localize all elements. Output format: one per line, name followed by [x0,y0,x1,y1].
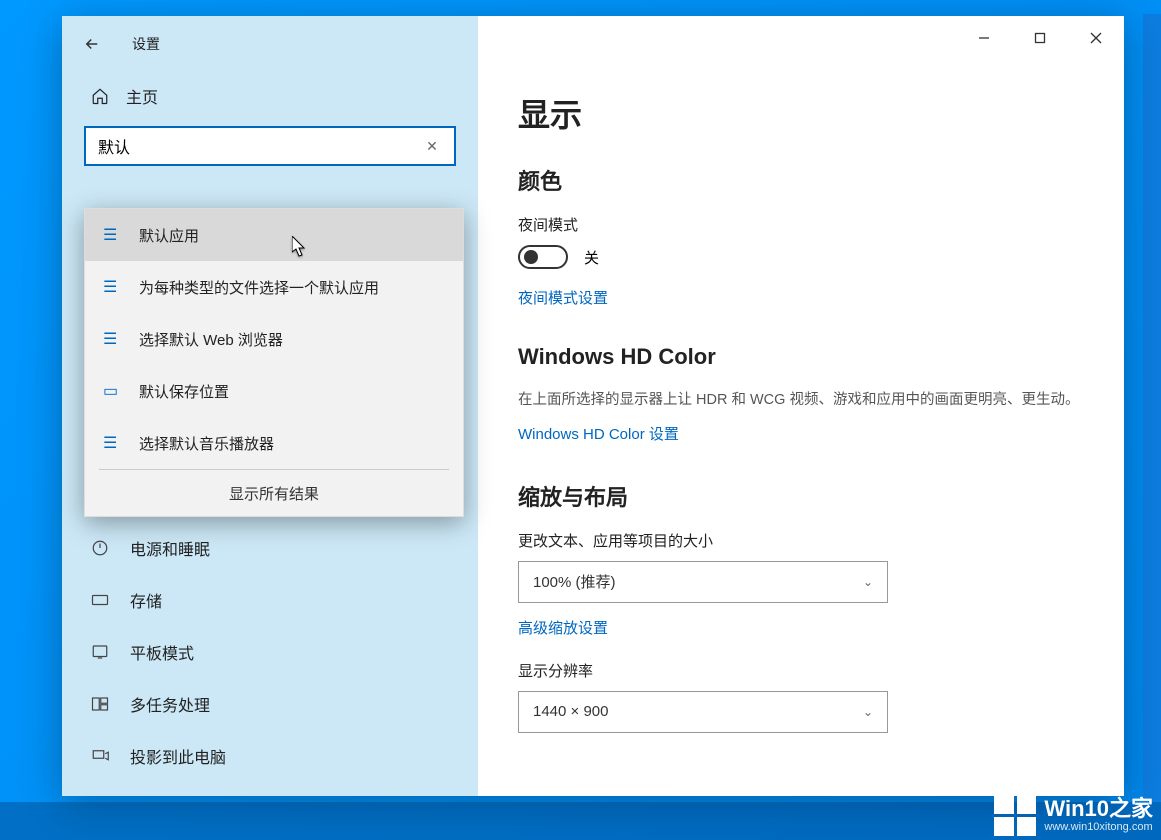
project-icon [90,746,110,766]
page-title: 显示 [518,90,1084,136]
hd-color-settings-link[interactable]: Windows HD Color 设置 [518,423,1084,444]
minimize-button[interactable] [956,16,1012,60]
storage-icon: ▭ [103,381,123,401]
suggestion-label: 默认保存位置 [139,381,229,402]
night-mode-state: 关 [584,247,599,268]
resolution-value: 1440 × 900 [533,703,609,720]
sidebar-item-multitask[interactable]: 多任务处理 [62,678,478,730]
maximize-button[interactable] [1012,16,1068,60]
suggestion-item[interactable]: ☰ 默认应用 [85,209,463,261]
search-input[interactable] [84,126,456,166]
suggestion-label: 选择默认音乐播放器 [139,433,274,454]
settings-window: 设置 主页 ✕ ☰ 默认应用 ☰ 为每种类型的文件选择一个默认应用 ☰ 选择默认… [62,16,1124,796]
multitask-icon [90,694,110,714]
watermark-title: Win10之家 [1044,797,1153,821]
section-title-hd: Windows HD Color [518,344,1084,370]
home-icon [90,86,110,106]
show-all-label: 显示所有结果 [229,483,319,504]
suggestion-item[interactable]: ☰ 选择默认 Web 浏览器 [85,313,463,365]
section-title-color: 颜色 [518,164,1084,196]
night-mode-label: 夜间模式 [518,214,1084,235]
search-wrap: ✕ [62,126,478,166]
scale-section: 缩放与布局 更改文本、应用等项目的大小 100% (推荐) ⌄ 高级缩放设置 显… [518,480,1084,733]
suggestion-item[interactable]: ☰ 选择默认音乐播放器 [85,417,463,469]
chevron-down-icon: ⌄ [863,705,873,719]
section-title-scale: 缩放与布局 [518,480,1084,512]
resolution-label: 显示分辨率 [518,660,1084,681]
suggestion-label: 选择默认 Web 浏览器 [139,329,283,350]
list-icon: ☰ [103,329,123,349]
window-controls [956,16,1124,60]
color-section: 颜色 夜间模式 关 夜间模式设置 [518,164,1084,308]
sidebar-item-label: 平板模式 [130,640,194,664]
watermark-url: www.win10xitong.com [1044,821,1153,833]
sidebar-item-label: 存储 [130,588,162,612]
tablet-icon [90,642,110,662]
resolution-select[interactable]: 1440 × 900 ⌄ [518,691,888,733]
text-size-value: 100% (推荐) [533,571,616,592]
sidebar-item-storage[interactable]: 存储 [62,574,478,626]
titlebar: 设置 [62,16,478,72]
watermark-text: Win10之家 www.win10xitong.com [1044,797,1153,833]
hd-color-desc: 在上面所选择的显示器上让 HDR 和 WCG 视频、游戏和应用中的画面更明亮、更… [518,388,1084,413]
list-icon: ☰ [103,225,123,245]
cursor-icon [292,236,308,258]
suggestion-item[interactable]: ☰ 为每种类型的文件选择一个默认应用 [85,261,463,313]
storage-icon [90,590,110,610]
sidebar-item-power[interactable]: 电源和睡眠 [62,522,478,574]
sidebar-item-label: 电源和睡眠 [130,536,210,560]
right-pane: 显示 颜色 夜间模式 关 夜间模式设置 Windows HD Color 在上面… [478,16,1124,796]
window-title: 设置 [132,34,160,54]
home-label: 主页 [126,84,158,108]
clear-search-button[interactable]: ✕ [420,134,444,158]
text-size-select[interactable]: 100% (推荐) ⌄ [518,561,888,603]
watermark: Win10之家 www.win10xitong.com [994,794,1153,836]
left-pane: 设置 主页 ✕ ☰ 默认应用 ☰ 为每种类型的文件选择一个默认应用 ☰ 选择默认… [62,16,478,796]
sidebar-item-project[interactable]: 投影到此电脑 [62,730,478,782]
night-mode-settings-link[interactable]: 夜间模式设置 [518,287,1084,308]
sidebar-item-tablet[interactable]: 平板模式 [62,626,478,678]
search-suggestions-dropdown: ☰ 默认应用 ☰ 为每种类型的文件选择一个默认应用 ☰ 选择默认 Web 浏览器… [84,208,464,517]
chevron-down-icon: ⌄ [863,575,873,589]
power-icon [90,538,110,558]
sidebar-item-label: 投影到此电脑 [130,744,226,768]
taskbar[interactable] [0,802,1161,840]
toggle-knob [524,250,538,264]
show-all-results[interactable]: 显示所有结果 [85,470,463,516]
suggestion-label: 为每种类型的文件选择一个默认应用 [139,277,379,298]
advanced-scale-link[interactable]: 高级缩放设置 [518,617,1084,638]
sidebar-item-label: 多任务处理 [130,692,210,716]
back-button[interactable] [70,22,114,66]
suggestion-label: 默认应用 [139,225,199,246]
windows-logo-icon [994,794,1036,836]
text-size-label: 更改文本、应用等项目的大小 [518,530,1084,551]
close-button[interactable] [1068,16,1124,60]
hd-color-section: Windows HD Color 在上面所选择的显示器上让 HDR 和 WCG … [518,344,1084,444]
night-mode-toggle-row: 关 [518,245,1084,269]
list-icon: ☰ [103,433,123,453]
list-icon: ☰ [103,277,123,297]
suggestion-item[interactable]: ▭ 默认保存位置 [85,365,463,417]
night-mode-toggle[interactable] [518,245,568,269]
decorative-right-bar [1143,14,1161,802]
home-nav[interactable]: 主页 [62,72,478,126]
